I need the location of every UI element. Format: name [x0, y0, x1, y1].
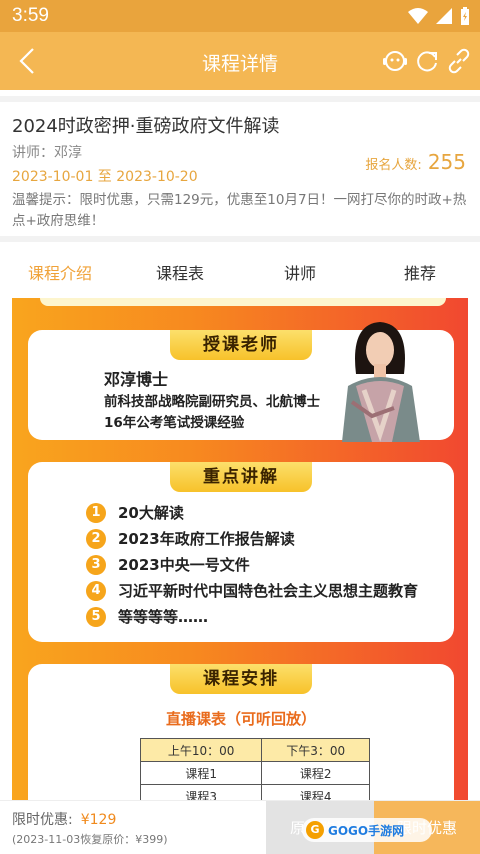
refresh-share-icon[interactable]: [414, 48, 440, 74]
restore-price-note: (2023-11-03恢复原价：¥399): [12, 833, 168, 846]
enroll-label: 报名人数:: [365, 158, 422, 173]
tab-course-intro[interactable]: 课程介绍: [28, 260, 92, 284]
price-value: ¥129: [80, 812, 117, 828]
focus-card: 重点讲解 1 20大解读 2 2023年政府工作报告解读 3 2023中央一号文…: [28, 462, 454, 642]
course-title: 2024时政密押·重磅政府文件解读: [12, 116, 280, 137]
watermark: G GOGO手游网: [302, 818, 432, 842]
table-row: 课程1 课程2: [139, 761, 370, 785]
tab-schedule[interactable]: 课程表: [156, 260, 204, 284]
teacher-credential: 前科技部战略院副研究员、北航博士: [104, 394, 320, 410]
teacher-experience: 16年公考笔试授课经验: [104, 415, 245, 431]
course-dates: 2023-10-01 至 2023-10-20: [12, 169, 198, 185]
status-icons: [408, 7, 470, 25]
table-cell: 课程1: [139, 761, 263, 785]
limited-price-label: 限时优惠:: [12, 812, 73, 828]
schedule-table: 上午10：00 下午3：00 课程1 课程2 课程3 课程4: [139, 738, 370, 808]
link-icon[interactable]: [446, 48, 472, 74]
schedule-section-label: 课程安排: [170, 664, 312, 694]
page-title: 课程详情: [201, 53, 278, 75]
teacher-portrait: [342, 322, 420, 442]
schedule-header-row: 上午10：00 下午3：00: [139, 738, 370, 762]
schedule-subtitle: 直播课表（可听回放）: [165, 710, 316, 728]
focus-item: 等等等等……: [118, 608, 209, 626]
focus-number-4: 4: [86, 581, 106, 601]
schedule-header-afternoon: 下午3：00: [261, 738, 370, 762]
focus-item: 2023年政府工作报告解读: [118, 530, 295, 548]
focus-number-2: 2: [86, 529, 106, 549]
wifi-icon: [408, 8, 428, 24]
signal-icon: [436, 8, 452, 24]
tab-teacher[interactable]: 讲师: [284, 260, 316, 284]
status-bar: 3:59: [0, 0, 480, 32]
focus-number-5: 5: [86, 607, 106, 627]
focus-item: 20大解读: [118, 504, 184, 522]
schedule-header-morning: 上午10：00: [139, 738, 263, 762]
enroll-number: 255: [427, 150, 466, 174]
focus-item: 2023中央一号文件: [118, 556, 250, 574]
tab-bar: 课程介绍 课程表 讲师 推荐: [0, 236, 480, 298]
course-poster: 授课老师 邓淳博士 前科技部战略院副研究员、北航博士 16年公考笔试授课经验 重…: [12, 298, 468, 818]
table-cell: 课程2: [261, 761, 370, 785]
poster-top-strip: [40, 298, 446, 306]
focus-number-3: 3: [86, 555, 106, 575]
battery-icon: [461, 7, 469, 25]
watermark-logo-icon: G: [306, 821, 324, 839]
course-info: 2024时政密押·重磅政府文件解读 讲师：邓淳 2023-10-01 至 202…: [0, 96, 480, 230]
status-time: 3:59: [12, 5, 49, 26]
teacher-name: 邓淳博士: [104, 370, 169, 389]
focus-item: 习近平新时代中国特色社会主义思想主题教育: [118, 582, 419, 600]
focus-number-1: 1: [86, 503, 106, 523]
watermark-text: GOGO手游网: [328, 823, 405, 838]
teacher-section-label: 授课老师: [170, 330, 312, 360]
limited-price: 限时优惠: ¥129: [12, 809, 116, 829]
app-bar: 课程详情: [0, 32, 480, 90]
course-teacher: 讲师：邓淳: [12, 145, 82, 161]
schedule-card: 课程安排 直播课表（可听回放） 上午10：00 下午3：00 课程1 课程2 课…: [28, 664, 454, 818]
focus-section-label: 重点讲解: [170, 462, 312, 492]
tab-recommend[interactable]: 推荐: [404, 260, 436, 284]
notice-text: 温馨提示：限时优惠，只需129元，优惠至10月7日！一网打尽你的时政+热点+政府…: [12, 192, 467, 229]
enroll-count: 报名人数: 255: [365, 150, 466, 174]
customer-service-icon[interactable]: [382, 48, 408, 74]
